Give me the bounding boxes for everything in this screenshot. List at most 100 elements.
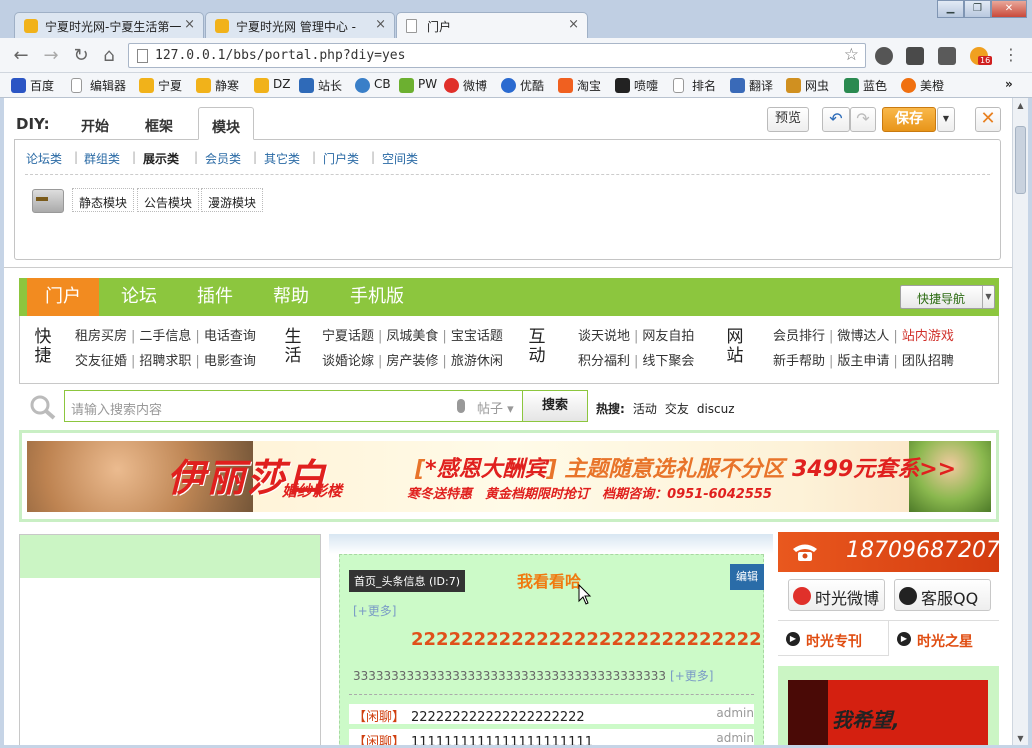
category-forum[interactable]: 论坛类 <box>26 150 62 167</box>
link-item[interactable]: 宝宝话题 <box>451 329 503 344</box>
scroll-down-icon[interactable]: ▼ <box>1013 731 1028 746</box>
weibo-button[interactable]: 时光微博 <box>788 579 885 611</box>
bookmark-item[interactable]: DZ <box>253 77 290 95</box>
news-row[interactable]: 【闲聊】 222222222222222222222 admin <box>349 704 754 725</box>
maximize-icon[interactable]: ❐ <box>964 0 991 18</box>
bookmark-item[interactable]: 蓝色 <box>843 77 887 95</box>
link-item[interactable]: 新手帮助 <box>773 354 825 369</box>
link-item[interactable]: 房产装修 <box>386 354 438 369</box>
undo-icon[interactable]: ↶ <box>822 107 850 132</box>
nav-portal[interactable]: 门户 <box>27 278 99 316</box>
qq-button[interactable]: 客服QQ <box>894 579 991 611</box>
history-icon[interactable] <box>875 47 893 65</box>
bookmarks-more-icon[interactable]: » <box>1005 77 1013 95</box>
save-dropdown-icon[interactable]: ▼ <box>937 107 955 132</box>
news-author[interactable]: admin <box>716 706 754 720</box>
link-item[interactable]: 团队招聘 <box>902 354 954 369</box>
bookmark-item[interactable]: PW <box>398 77 437 95</box>
ad-banner[interactable]: 伊丽莎白 婚纱影楼 [*感恩大酬宾] 主题随意选礼服不分区 3499元套系>> … <box>19 430 999 522</box>
browser-tab-2[interactable]: 宁夏时光网 管理中心 - × <box>205 12 395 38</box>
diy-close-button[interactable]: ✕ <box>975 107 1001 132</box>
browser-tab-1[interactable]: 宁夏时光网-宁夏生活第一 × <box>14 12 204 38</box>
minimize-icon[interactable]: ▁ <box>937 0 964 18</box>
tab-close-icon[interactable]: × <box>568 17 579 32</box>
link-item[interactable]: 旅游休闲 <box>451 354 503 369</box>
link-item[interactable]: 凤城美食 <box>386 329 438 344</box>
nav-help[interactable]: 帮助 <box>255 278 327 316</box>
category-other[interactable]: 其它类 <box>264 150 300 167</box>
tab-stars[interactable]: ▶ 时光之星 <box>888 621 999 656</box>
bookmark-item[interactable]: 淘宝 <box>557 77 601 95</box>
link-item[interactable]: 二手信息 <box>139 329 191 344</box>
scroll-up-icon[interactable]: ▲ <box>1013 98 1028 113</box>
link-item[interactable]: 租房买房 <box>75 329 127 344</box>
left-column-frame[interactable] <box>19 534 321 746</box>
news-title[interactable]: 222222222222222222222 <box>411 710 585 725</box>
save-button[interactable]: 保存 <box>882 107 936 132</box>
forward-icon[interactable]: → <box>40 45 62 67</box>
link-item[interactable]: 电影查询 <box>204 354 256 369</box>
microphone-icon[interactable] <box>457 399 465 413</box>
tab-special-issue[interactable]: ▶ 时光专刊 <box>778 621 888 656</box>
extension-badge-icon[interactable]: 16 <box>970 47 993 65</box>
bookmark-item[interactable]: 站长 <box>298 77 342 95</box>
hot-word[interactable]: discuz <box>697 402 735 416</box>
tab-close-icon[interactable]: × <box>375 17 386 32</box>
bookmark-item[interactable]: 百度 <box>10 77 54 95</box>
news-tag[interactable]: 【闲聊】 <box>353 710 405 725</box>
search-input[interactable]: 请输入搜索内容 <box>64 390 522 422</box>
link-item[interactable]: 版主申请 <box>837 354 889 369</box>
back-icon[interactable]: ← <box>10 45 32 67</box>
bookmark-item[interactable]: CB <box>354 77 391 95</box>
nav-mobile[interactable]: 手机版 <box>337 278 417 316</box>
hot-word[interactable]: 交友 <box>665 402 689 416</box>
preview-button[interactable]: 预览 <box>767 107 809 132</box>
promo-image[interactable]: 我希望, <box>788 680 988 746</box>
redo-icon[interactable]: ↷ <box>850 107 876 132</box>
tab-close-icon[interactable]: × <box>184 17 195 32</box>
headline-main[interactable]: 2222222222222222222222222222 <box>411 629 762 650</box>
hot-word[interactable]: 活动 <box>633 402 657 416</box>
bookmark-item[interactable]: 优酷 <box>500 77 544 95</box>
link-item[interactable]: 积分福利 <box>578 354 630 369</box>
bookmark-star-icon[interactable]: ☆ <box>844 45 859 65</box>
news-row[interactable]: 【闲聊】 1111111111111111111111 admin <box>349 729 754 746</box>
link-item[interactable]: 线下聚会 <box>642 354 694 369</box>
bookmark-item[interactable]: 宁夏 <box>138 77 182 95</box>
link-item[interactable]: 网友自拍 <box>642 329 694 344</box>
diy-tab-start[interactable]: 开始 <box>66 107 124 140</box>
address-bar[interactable]: 127.0.0.1/bbs/portal.php?diy=yes ☆ <box>128 43 866 68</box>
category-portal[interactable]: 门户类 <box>323 150 359 167</box>
link-item[interactable]: 谈天说地 <box>578 329 630 344</box>
reload-icon[interactable]: ↻ <box>70 45 92 67</box>
link-item[interactable]: 谈婚论嫁 <box>322 354 374 369</box>
module-notice[interactable]: 公告模块 <box>137 188 200 212</box>
home-icon[interactable]: ⌂ <box>98 45 120 67</box>
bookmark-item[interactable]: 美橙 <box>900 77 944 95</box>
browser-tab-3[interactable]: 门户 × <box>396 12 588 39</box>
nav-plugin[interactable]: 插件 <box>179 278 251 316</box>
link-item[interactable]: 交友征婚 <box>75 354 127 369</box>
monitor-icon[interactable] <box>906 47 924 65</box>
link-item[interactable]: 宁夏话题 <box>322 329 374 344</box>
bookmark-item[interactable]: 编辑器 <box>70 77 126 95</box>
module-roam[interactable]: 漫游模块 <box>201 188 264 212</box>
bookmark-item[interactable]: 微博 <box>443 77 487 95</box>
search-button[interactable]: 搜索 <box>522 390 588 422</box>
window-close-icon[interactable]: ✕ <box>991 0 1027 18</box>
link-item-games[interactable]: 站内游戏 <box>902 329 954 344</box>
nav-forum[interactable]: 论坛 <box>103 278 175 316</box>
headline-title[interactable]: 我看看哈 <box>517 568 581 592</box>
edit-button[interactable]: 编辑 <box>730 564 764 590</box>
bookmark-item[interactable]: 翻译 <box>729 77 773 95</box>
quick-nav-button[interactable]: 快捷导航 ▼ <box>900 285 995 309</box>
link-item[interactable]: 微博达人 <box>837 329 889 344</box>
category-display[interactable]: 展示类 <box>143 150 179 167</box>
extension-icon[interactable] <box>938 47 956 65</box>
menu-icon[interactable]: ⋮ <box>1003 47 1019 65</box>
diy-tab-frame[interactable]: 框架 <box>130 107 188 140</box>
vertical-scrollbar[interactable]: ▲ ▼ <box>1012 98 1028 746</box>
category-member[interactable]: 会员类 <box>205 150 241 167</box>
module-static[interactable]: 静态模块 <box>72 188 135 212</box>
link-item[interactable]: 招聘求职 <box>139 354 191 369</box>
